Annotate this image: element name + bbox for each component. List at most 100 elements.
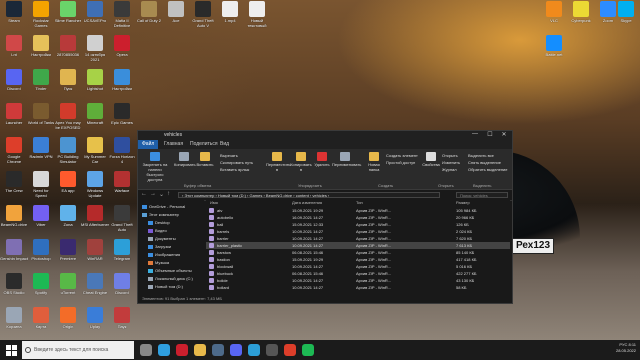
steam-icon[interactable] xyxy=(212,344,224,356)
desktop-icon[interactable]: Карта xyxy=(27,306,55,340)
file-row[interactable]: barrier_plastic 10.09.2021 14:27 Архив ZIP… xyxy=(206,242,510,249)
edge-icon[interactable] xyxy=(158,344,170,356)
file-row[interactable]: bollard 10.09.2021 14:27 Архив ZIP - WinR.… xyxy=(206,284,510,291)
desktop-icon[interactable]: Cyberpunk xyxy=(567,0,595,34)
desktop-icon[interactable]: My Summer Car xyxy=(81,136,109,170)
desktop-icon[interactable]: Tinder xyxy=(27,68,55,102)
taskbar-search[interactable]: Введите здесь текст для поиска xyxy=(22,341,134,359)
invert-selection-button[interactable]: Обратить выделение xyxy=(468,167,508,172)
tab-share[interactable]: Поделиться xyxy=(190,141,218,147)
tab-file[interactable]: Файл xyxy=(138,140,159,149)
search-input[interactable]: Поиск: vehicles xyxy=(456,192,508,198)
file-row[interactable]: barstow 06.08.2021 15:46 Архив ZIP - WinR.… xyxy=(206,249,510,256)
clock-time[interactable]: 8:11 xyxy=(629,342,637,347)
easy-access-button[interactable]: Простой доступ xyxy=(386,160,415,165)
desktop-icon[interactable]: Lightshot xyxy=(81,68,109,102)
paste-shortcut-button[interactable]: Вставить ярлык xyxy=(220,167,249,172)
back-icon[interactable]: ← xyxy=(141,191,147,197)
file-row[interactable]: barrels 10.09.2021 14:27 Архив ZIP - WinR.… xyxy=(206,228,510,235)
desktop-icon[interactable]: Apex You may be EXPOSED xyxy=(54,102,82,136)
new-folder-button[interactable]: Новая папка xyxy=(364,152,384,172)
desktop-icon[interactable]: Google Chrome xyxy=(0,136,28,170)
file-row[interactable]: autobello 16.09.2021 14:27 Архив ZIP - Win… xyxy=(206,214,510,221)
desktop-icon[interactable]: Minecraft xyxy=(81,102,109,136)
minimize-button[interactable]: — xyxy=(468,131,482,137)
obs-icon[interactable] xyxy=(266,344,278,356)
system-tray[interactable]: РУС 8:11 28.05.2022 xyxy=(616,342,636,354)
desktop-icon[interactable]: Genshin Impact xyxy=(0,238,28,272)
desktop-icon[interactable]: Need for Speed xyxy=(27,170,55,204)
desktop-icon[interactable]: Skype xyxy=(612,0,640,34)
desktop-icon[interactable]: MSI Afterburner xyxy=(81,204,109,238)
desktop-icon[interactable]: Spotify xyxy=(27,272,55,306)
select-none-button[interactable]: Снять выделение xyxy=(468,160,501,165)
properties-button[interactable]: Свойства xyxy=(422,152,440,167)
nav-item[interactable]: Видео xyxy=(148,228,167,233)
nav-item[interactable]: Загрузки xyxy=(148,244,171,249)
desktop-icon[interactable]: Настройки xyxy=(27,34,55,68)
nav-item[interactable]: Музыка xyxy=(148,260,169,265)
clock-date[interactable]: 28.05.2022 xyxy=(616,348,636,353)
desktop-icon[interactable]: Новый текстовый документ xyxy=(243,0,271,34)
task-view-icon[interactable] xyxy=(140,344,152,356)
desktop-icon[interactable]: Origin xyxy=(54,306,82,340)
desktop-icon[interactable]: Cheat Engine xyxy=(81,272,109,306)
desktop-icon[interactable]: Discord xyxy=(108,272,136,306)
nav-item[interactable]: Новый том (D:) xyxy=(148,284,183,289)
title-bar[interactable]: vehicles — ☐ ✕ xyxy=(138,131,512,140)
nav-item[interactable]: Объемные объекты xyxy=(148,268,192,273)
desktop-icon[interactable]: 2870855036 xyxy=(54,34,82,68)
desktop-icon[interactable]: Steam xyxy=(0,0,28,34)
opera-icon[interactable] xyxy=(176,344,188,356)
explorer-icon[interactable] xyxy=(194,344,206,356)
desktop-icon[interactable]: Premiere xyxy=(54,238,82,272)
desktop-icon[interactable]: Discord xyxy=(0,68,28,102)
desktop-icon[interactable]: UCSAVEPro xyxy=(81,0,109,34)
nav-item[interactable]: Изображения xyxy=(148,252,180,257)
copy-button[interactable]: Копировать xyxy=(174,152,196,167)
chrome-icon[interactable] xyxy=(284,344,296,356)
desktop-icon[interactable]: WinRAR xyxy=(81,238,109,272)
desktop-icon[interactable]: Grand Theft Auto xyxy=(108,204,136,238)
nav-item[interactable]: Локальный диск (C:) xyxy=(148,276,193,281)
desktop-icon[interactable]: Warface xyxy=(108,170,136,204)
desktop-icon[interactable]: Ace xyxy=(162,0,190,34)
delete-button[interactable]: Удалить xyxy=(314,152,330,167)
desktop-icon[interactable]: PC Building Simulator xyxy=(54,136,82,170)
history-button[interactable]: Журнал xyxy=(442,167,457,172)
file-row[interactable]: atv 15.09.2021 19:29 Архив ZIP - WinR... 10… xyxy=(206,207,510,214)
copy-path-button[interactable]: Скопировать путь xyxy=(220,160,253,165)
desktop-icon[interactable]: OBS Studio xyxy=(0,272,28,306)
cut-button[interactable]: Вырезать xyxy=(220,153,238,158)
file-row[interactable]: bluebuck 06.08.2021 15:46 Архив ZIP - WinR… xyxy=(206,270,510,277)
desktop-icon[interactable]: 14 октября 2021 xyxy=(81,34,109,68)
column-type[interactable]: Тип xyxy=(356,200,363,205)
rename-button[interactable]: Переименовать xyxy=(332,152,361,167)
desktop-icon[interactable]: BeamNG.drive xyxy=(0,204,28,238)
chevron-down-icon[interactable]: ⌄ xyxy=(159,191,164,198)
desktop-icon[interactable]: Battle.net xyxy=(540,34,568,68)
column-name[interactable]: Имя xyxy=(210,200,218,205)
desktop-icon[interactable]: Uplay xyxy=(81,306,109,340)
discord-icon[interactable] xyxy=(230,344,242,356)
up-icon[interactable]: ↑ xyxy=(167,191,170,197)
edit-button[interactable]: Изменить xyxy=(442,160,460,165)
desktop-icon[interactable]: Radmin VPN xyxy=(27,136,55,170)
desktop-icon[interactable]: Настройки xyxy=(108,68,136,102)
paste-button[interactable]: Вставить xyxy=(196,152,214,167)
file-row[interactable]: barrier 10.09.2021 14:27 Архив ZIP - WinR.… xyxy=(206,235,510,242)
desktop-icon[interactable]: Slime Rancher xyxy=(54,0,82,34)
desktop-icon[interactable]: uTorrent xyxy=(54,272,82,306)
desktop-icon[interactable]: Epic Games xyxy=(108,102,136,136)
desktop-icon[interactable]: Zona xyxy=(54,204,82,238)
desktop-icon[interactable]: Launcher xyxy=(0,102,28,136)
column-date[interactable]: Дата изменения xyxy=(292,200,322,205)
file-row[interactable]: blockwall 10.09.2021 14:27 Архив ZIP - Win… xyxy=(206,263,510,270)
desktop-icon[interactable]: Lnt xyxy=(0,34,28,68)
desktop-icon[interactable]: Mafia II Definitive xyxy=(108,0,136,34)
start-button[interactable] xyxy=(0,340,22,360)
maximize-button[interactable]: ☐ xyxy=(483,131,497,138)
language-indicator[interactable]: РУС xyxy=(619,342,627,347)
desktop-icon[interactable]: Rockstar Games Launcher xyxy=(27,0,55,34)
desktop-icon[interactable]: EA app xyxy=(54,170,82,204)
